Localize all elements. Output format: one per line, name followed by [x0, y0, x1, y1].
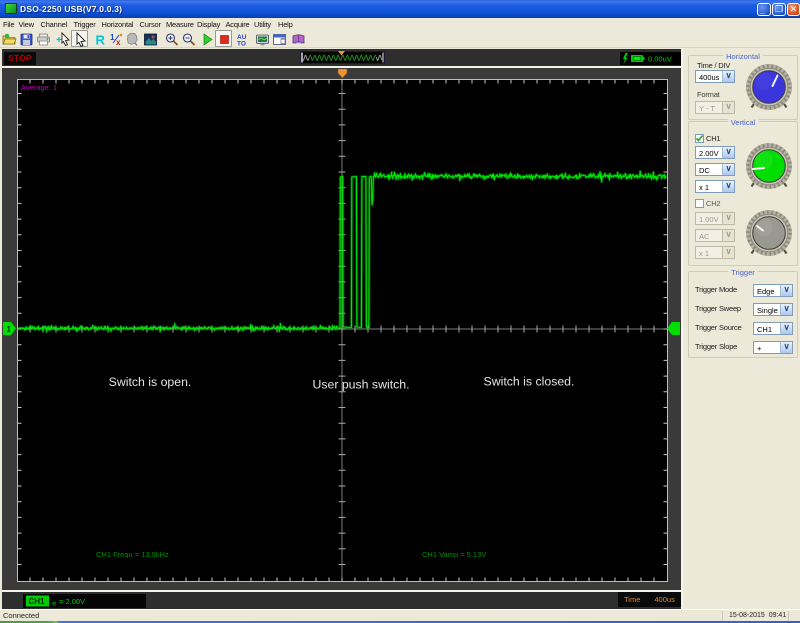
svg-text:CH1 Frequ = 13.9kHz: CH1 Frequ = 13.9kHz: [96, 550, 169, 559]
svg-text:1: 1: [7, 325, 12, 334]
svg-text:User push switch.: User push switch.: [312, 378, 409, 392]
svg-text:= 2.00V: = 2.00V: [59, 597, 85, 606]
svg-text:0.00uV: 0.00uV: [648, 55, 672, 64]
svg-text:Switch is closed.: Switch is closed.: [484, 375, 575, 389]
svg-text:TO: TO: [237, 41, 246, 48]
svg-text:R: R: [96, 33, 106, 48]
svg-text:CH1: CH1: [29, 597, 46, 606]
svg-text:x: x: [116, 38, 121, 47]
svg-text:CH1 Vamp = 5.13V: CH1 Vamp = 5.13V: [422, 550, 486, 559]
svg-text:Switch is open.: Switch is open.: [109, 375, 192, 389]
svg-text:Average: 1: Average: 1: [21, 83, 57, 92]
